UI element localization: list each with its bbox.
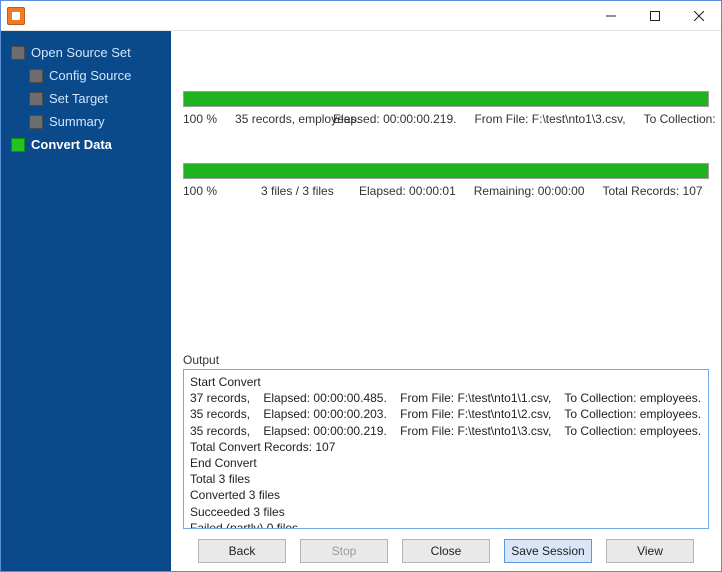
file-percent: 100 % (183, 111, 217, 127)
sidebar-item-set-target[interactable]: Set Target (1, 87, 171, 110)
maximize-button[interactable] (633, 2, 677, 30)
app-window: Open Source Set Config Source Set Target… (0, 0, 722, 572)
stop-button[interactable]: Stop (300, 539, 388, 563)
app-icon (7, 7, 25, 25)
total-progress-bar (183, 163, 709, 179)
sidebar-item-config-source[interactable]: Config Source (1, 64, 171, 87)
step-box-icon (29, 92, 43, 106)
total-files: 3 files / 3 files (261, 183, 341, 199)
back-button[interactable]: Back (198, 539, 286, 563)
close-button-action[interactable]: Close (402, 539, 490, 563)
main-panel: 100 % 35 records, employees. Elapsed: 00… (171, 31, 721, 571)
close-button[interactable] (677, 2, 721, 30)
save-session-button[interactable]: Save Session (504, 539, 592, 563)
step-box-icon (29, 69, 43, 83)
total-records: Total Records: 107 (603, 183, 703, 199)
file-progress-info: 100 % 35 records, employees. Elapsed: 00… (183, 111, 709, 127)
button-row: Back Stop Close Save Session View (183, 529, 709, 563)
file-to: To Collection: (644, 111, 716, 127)
minimize-button[interactable] (589, 2, 633, 30)
file-elapsed: Elapsed: 00:00:00.219. (333, 111, 456, 127)
output-label: Output (183, 353, 709, 367)
file-progress-bar (183, 91, 709, 107)
total-elapsed: Elapsed: 00:00:01 (359, 183, 456, 199)
titlebar (1, 1, 721, 31)
sidebar-item-convert-data[interactable]: Convert Data (1, 133, 171, 156)
file-records: 35 records, employees. (235, 111, 315, 127)
step-box-icon (29, 115, 43, 129)
view-button[interactable]: View (606, 539, 694, 563)
sidebar-item-label: Set Target (49, 91, 108, 106)
file-from: From File: F:\test\nto1\3.csv, (474, 111, 625, 127)
step-box-icon (11, 46, 25, 60)
sidebar-item-label: Convert Data (31, 137, 112, 152)
sidebar-item-label: Config Source (49, 68, 131, 83)
sidebar-root-label: Open Source Set (31, 45, 131, 60)
total-percent: 100 % (183, 183, 243, 199)
sidebar-item-summary[interactable]: Summary (1, 110, 171, 133)
sidebar-root-open-source-set[interactable]: Open Source Set (1, 41, 171, 64)
step-box-icon (11, 138, 25, 152)
total-progress-info: 100 % 3 files / 3 files Elapsed: 00:00:0… (183, 183, 709, 199)
sidebar: Open Source Set Config Source Set Target… (1, 31, 171, 571)
output-textarea[interactable]: Start Convert 37 records, Elapsed: 00:00… (183, 369, 709, 529)
total-remaining: Remaining: 00:00:00 (474, 183, 585, 199)
output-content: Start Convert 37 records, Elapsed: 00:00… (190, 375, 701, 529)
sidebar-item-label: Summary (49, 114, 105, 129)
